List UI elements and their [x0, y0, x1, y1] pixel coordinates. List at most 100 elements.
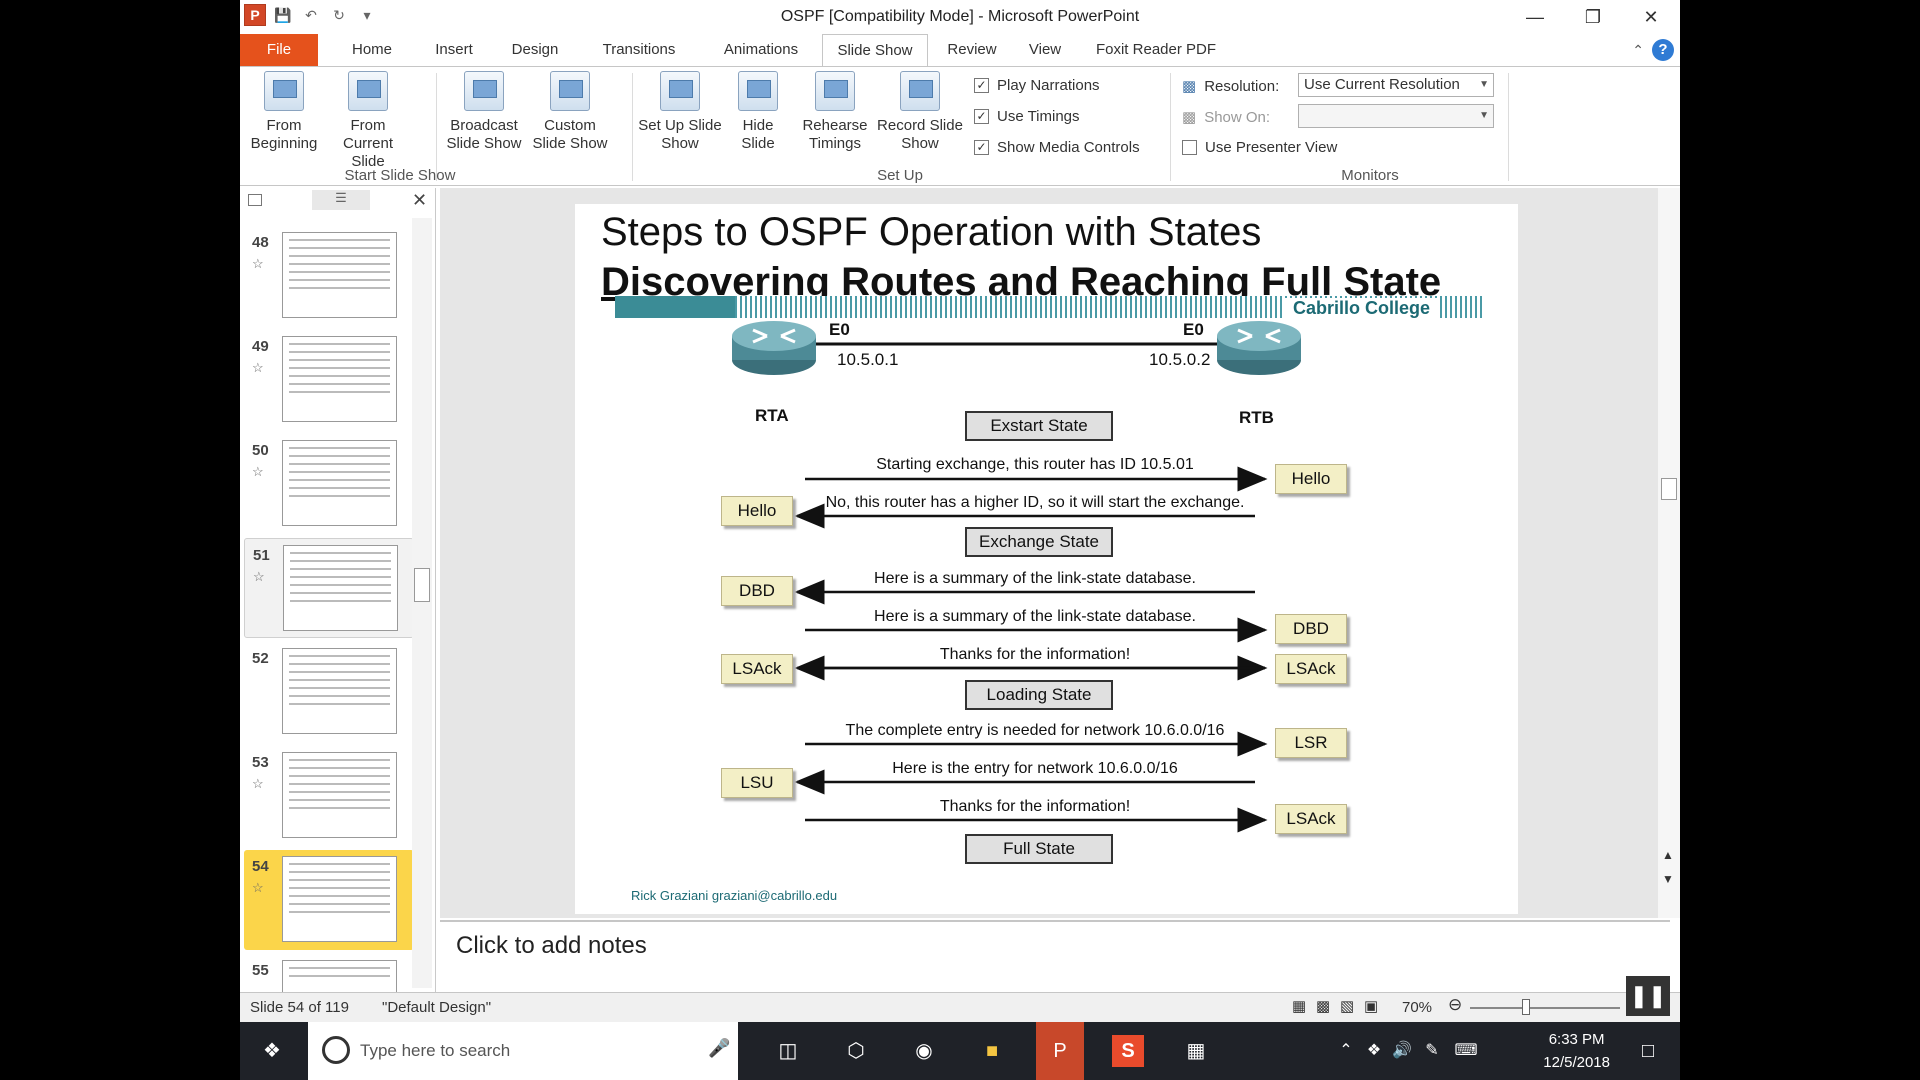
- calculator-icon[interactable]: ▦: [1180, 1035, 1212, 1067]
- chevron-down-icon: ▼: [1479, 79, 1489, 90]
- slides-tab-icon[interactable]: [248, 194, 262, 206]
- from-current-slide-button[interactable]: From Current Slide: [326, 71, 410, 171]
- tab-design[interactable]: Design: [498, 34, 572, 66]
- packet-box: LSAck: [1275, 654, 1347, 684]
- slide-thumbnail[interactable]: 53 ☆: [244, 746, 414, 846]
- group-separator: [436, 73, 437, 181]
- help-icon[interactable]: ?: [1652, 39, 1674, 61]
- close-button[interactable]: ✕: [1622, 0, 1680, 34]
- taskbar-clock[interactable]: 6:33 PM 12/5/2018: [1543, 1028, 1610, 1074]
- previous-slide-icon[interactable]: ▲: [1662, 848, 1674, 862]
- pen-icon[interactable]: ✎: [1416, 1035, 1448, 1067]
- normal-view-icon[interactable]: ▦: [1292, 997, 1306, 1015]
- tab-slide-show[interactable]: Slide Show: [822, 34, 928, 67]
- slide-sorter-icon[interactable]: ▩: [1316, 997, 1330, 1015]
- chrome-icon[interactable]: ◉: [908, 1035, 940, 1067]
- rehearse-icon: [815, 71, 855, 111]
- slide-thumbnail-current[interactable]: 54 ☆: [244, 850, 414, 950]
- powerpoint-taskbar-icon[interactable]: P: [1036, 1022, 1084, 1080]
- group-label-monitors: Monitors: [1341, 167, 1399, 184]
- play-narrations-checkbox[interactable]: ✓ Play Narrations: [974, 77, 1100, 94]
- thumbnail-scrollbar[interactable]: [412, 218, 432, 988]
- keyboard-icon[interactable]: ⌨: [1450, 1035, 1482, 1067]
- use-presenter-view-checkbox[interactable]: Use Presenter View: [1182, 139, 1337, 156]
- custom-slide-show-button[interactable]: Custom Slide Show: [528, 71, 612, 153]
- slideshow-current-icon: [348, 71, 388, 111]
- record-slide-show-button[interactable]: Record Slide Show: [874, 71, 966, 153]
- minimize-button[interactable]: —: [1506, 0, 1564, 34]
- setup-icon: [660, 71, 700, 111]
- slide-preview: [282, 960, 397, 992]
- show-on-dropdown[interactable]: ▼: [1298, 104, 1494, 128]
- resolution-dropdown[interactable]: Use Current Resolution ▼: [1298, 73, 1494, 97]
- windows-start-icon[interactable]: ❖: [256, 1035, 288, 1067]
- show-media-controls-checkbox[interactable]: ✓ Show Media Controls: [974, 139, 1140, 156]
- pause-icon[interactable]: ❚❚: [1626, 976, 1670, 1016]
- hide-slide-button[interactable]: Hide Slide: [728, 71, 788, 153]
- group-separator: [1508, 73, 1509, 181]
- message-text: Here is a summary of the link-state data…: [874, 570, 1196, 587]
- scroll-thumb[interactable]: [1661, 478, 1677, 500]
- rehearse-timings-button[interactable]: Rehearse Timings: [798, 71, 872, 153]
- reading-view-icon[interactable]: ▧: [1340, 997, 1354, 1015]
- virtualbox-icon[interactable]: ⬡: [840, 1035, 872, 1067]
- scroll-thumb[interactable]: [414, 568, 430, 602]
- tab-foxit[interactable]: Foxit Reader PDF: [1086, 34, 1226, 66]
- tab-home[interactable]: Home: [332, 34, 412, 66]
- slide-thumbnail[interactable]: 55: [244, 954, 414, 992]
- animation-star-icon: ☆: [252, 464, 264, 479]
- slide-thumbnail[interactable]: 48 ☆: [244, 226, 414, 326]
- rtb-label: RTB: [1239, 408, 1274, 427]
- zoom-slider[interactable]: [1470, 1007, 1620, 1009]
- hide-slide-icon: [738, 71, 778, 111]
- tab-animations[interactable]: Animations: [706, 34, 816, 66]
- slide-thumbnail[interactable]: 52: [244, 642, 414, 742]
- status-bar: Slide 54 of 119 "Default Design" ▦ ▩ ▧ ▣…: [240, 992, 1680, 1022]
- packet-box: Hello: [1275, 464, 1347, 494]
- monitor-icon: ▩: [1182, 78, 1197, 95]
- restore-button[interactable]: ❐: [1564, 0, 1622, 34]
- zoom-out-icon[interactable]: ⊖: [1448, 995, 1462, 1015]
- volume-icon[interactable]: 🔊: [1386, 1035, 1418, 1067]
- file-explorer-icon[interactable]: ■: [976, 1035, 1008, 1067]
- slide-thumbnail[interactable]: 49 ☆: [244, 330, 414, 430]
- pane-header: ☰ ✕: [240, 188, 436, 218]
- title-bar: P 💾 ↶ ↻ ▾ OSPF [Compatibility Mode] - Mi…: [240, 0, 1680, 34]
- slide-preview: [283, 545, 398, 631]
- zoom-level[interactable]: 70%: [1402, 999, 1432, 1016]
- windows-taskbar: ❖ Type here to search 🎤 ◫ ⬡ ◉ ■ P S ▦ ⌃ …: [240, 1022, 1680, 1080]
- show-on-label: ▩ Show On:: [1182, 108, 1271, 127]
- group-separator: [1170, 73, 1171, 181]
- slide-show-icon[interactable]: ▣: [1364, 997, 1378, 1015]
- microphone-icon[interactable]: 🎤: [708, 1038, 730, 1059]
- close-pane-icon[interactable]: ✕: [412, 190, 427, 211]
- outline-tab-icon[interactable]: ☰: [312, 190, 370, 210]
- tab-transitions[interactable]: Transitions: [580, 34, 698, 66]
- tab-file[interactable]: File: [240, 34, 318, 66]
- task-view-icon[interactable]: ◫: [772, 1035, 804, 1067]
- snagit-icon[interactable]: S: [1112, 1035, 1144, 1067]
- slide-thumbnail[interactable]: 50 ☆: [244, 434, 414, 534]
- slide-thumbnail[interactable]: 51 ☆: [244, 538, 414, 638]
- slide-preview: [282, 752, 397, 838]
- slide-scrollbar[interactable]: ▲ ▼: [1658, 188, 1680, 918]
- slide-preview: [282, 232, 397, 318]
- notes-pane[interactable]: Click to add notes: [440, 920, 1670, 992]
- interface-label: E0: [1183, 320, 1204, 339]
- tab-review[interactable]: Review: [938, 34, 1006, 66]
- from-beginning-button[interactable]: From Beginning: [246, 71, 322, 153]
- collapse-ribbon-icon[interactable]: ⌃: [1632, 42, 1644, 59]
- use-timings-checkbox[interactable]: ✓ Use Timings: [974, 108, 1080, 125]
- set-up-slide-show-button[interactable]: Set Up Slide Show: [638, 71, 722, 153]
- notification-icon[interactable]: □: [1632, 1035, 1664, 1067]
- checkbox-empty-icon: [1182, 140, 1197, 155]
- slide-canvas[interactable]: Steps to OSPF Operation with States Disc…: [575, 204, 1518, 914]
- taskbar-search-box[interactable]: Type here to search 🎤: [308, 1022, 738, 1080]
- broadcast-slide-show-button[interactable]: Broadcast Slide Show: [440, 71, 528, 153]
- tab-view[interactable]: View: [1014, 34, 1076, 66]
- zoom-slider-thumb[interactable]: [1522, 999, 1530, 1015]
- slide-preview: [282, 648, 397, 734]
- next-slide-icon[interactable]: ▼: [1662, 872, 1674, 886]
- tab-insert[interactable]: Insert: [418, 34, 490, 66]
- interface-label: E0: [829, 320, 850, 339]
